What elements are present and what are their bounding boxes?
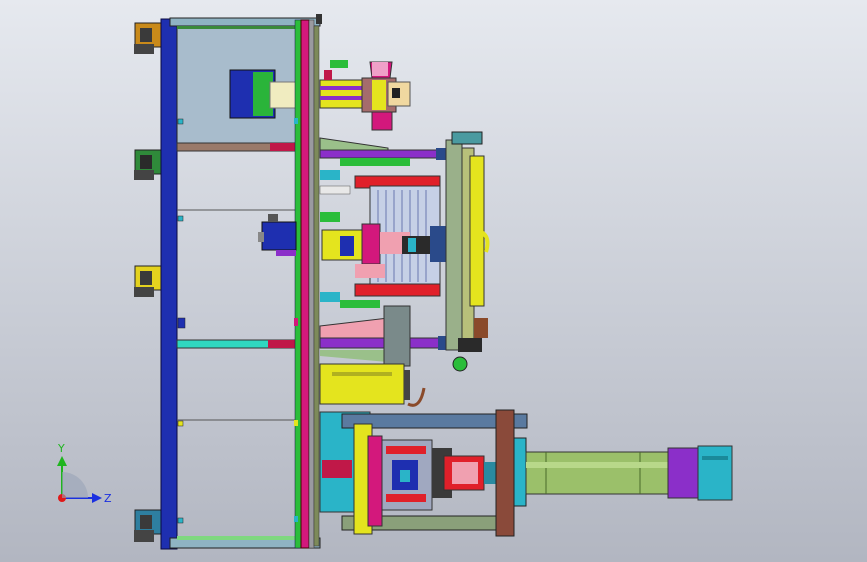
frame-bolts <box>177 118 186 524</box>
top-gripper-station <box>319 60 411 131</box>
caster-wheel-lower-mid <box>134 265 164 297</box>
vertical-post-magenta <box>300 19 310 549</box>
frame-top-bar-inner <box>177 26 297 29</box>
caster-wheel-top <box>134 22 164 54</box>
frame-outer-rail <box>160 18 178 550</box>
servo-motor-cylinder <box>525 445 733 501</box>
yellow-pneumatic-block <box>319 363 426 407</box>
y-axis-label: Y <box>57 442 65 455</box>
vertical-post-olive <box>313 25 320 547</box>
vertical-slide-module <box>445 131 490 372</box>
caster-wheel-bottom <box>134 509 164 542</box>
vertical-post-gray <box>308 19 315 549</box>
vertical-post-green <box>294 19 302 549</box>
caster-wheel-upper-mid <box>134 149 164 180</box>
coordinate-triad: Y Z <box>57 442 112 505</box>
z-axis-label: Z <box>104 492 112 505</box>
bottom-press-assembly <box>319 409 528 537</box>
frame-crossbar-3 <box>177 536 302 540</box>
side-cylinder-unit <box>258 214 297 256</box>
cad-viewport[interactable]: Y Z <box>0 0 867 562</box>
middle-transfer-mechanism <box>319 137 450 367</box>
cad-assembly-drawing: Y Z <box>57 14 733 550</box>
